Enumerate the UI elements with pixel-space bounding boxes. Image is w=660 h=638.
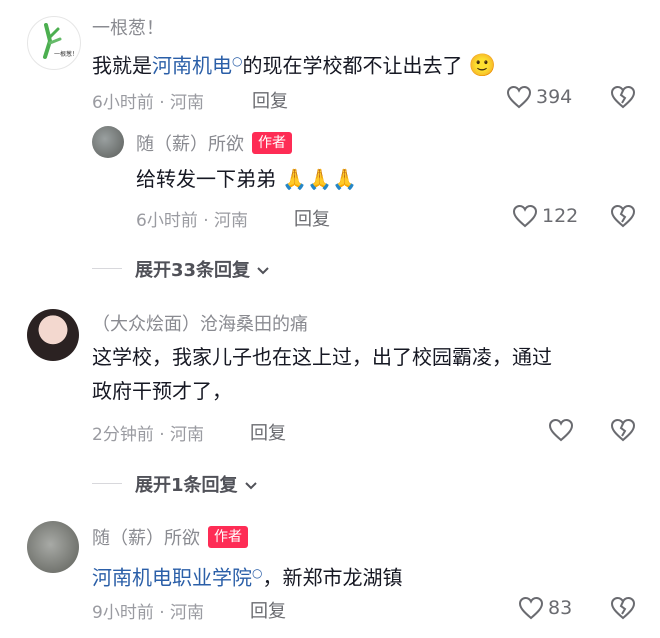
comment-text-segment: ，新郑市龙湖镇 (262, 565, 403, 590)
broken-heart-icon (610, 85, 636, 109)
comment-text-segment: 给转发一下弟弟 (136, 167, 276, 191)
comment-text-line: 政府干预才了， (92, 379, 232, 403)
comment-text-segment: 的现在学校都不让出去了 (242, 53, 463, 78)
search-link[interactable]: 河南机电职业学院 (92, 566, 252, 590)
expand-replies-label: 展开1条回复 (135, 475, 238, 496)
comment-username[interactable]: 随（薪）所欲 (136, 130, 244, 156)
broken-heart-icon (610, 596, 636, 620)
heart-icon (548, 418, 574, 442)
like-button[interactable] (512, 204, 538, 228)
chevron-down-icon (244, 481, 258, 491)
comment-text-line: 这学校，我家儿子也在这上过，出了校园霸凌，通过 (92, 345, 552, 369)
like-button[interactable] (518, 596, 544, 620)
like-count: 394 (536, 86, 573, 108)
comment-username[interactable]: 随（薪）所欲 (92, 524, 200, 550)
comment-time-location: 6小时前 · 河南 (136, 211, 249, 231)
comment-text: 我就是河南机电○的现在学校都不让出去了 🙂 (92, 44, 496, 84)
heart-icon (506, 85, 532, 109)
comment-time-location: 6小时前 · 河南 (92, 93, 205, 113)
avatar[interactable] (27, 521, 79, 573)
scallion-logo-icon (43, 23, 62, 59)
heart-icon (512, 204, 538, 228)
avatar[interactable] (27, 309, 79, 361)
divider (92, 268, 122, 269)
search-link[interactable]: 河南机电 (152, 54, 232, 78)
author-badge: 作者 (252, 132, 292, 154)
divider (92, 483, 122, 484)
comment-text: 这学校，我家儿子也在这上过，出了校园霸凌，通过 政府干预才了， (92, 340, 552, 408)
author-badge: 作者 (208, 526, 248, 548)
comment-text: 给转发一下弟弟 🙏🙏🙏 (136, 162, 357, 196)
dislike-button[interactable] (610, 596, 636, 620)
avatar-label: 一根葱！ (54, 51, 79, 58)
comment-time-location: 9小时前 · 河南 (92, 603, 205, 623)
reply-button[interactable]: 回复 (252, 87, 288, 113)
like-button[interactable] (506, 85, 532, 109)
dislike-button[interactable] (610, 204, 636, 228)
expand-replies-button[interactable]: 展开1条回复 (135, 471, 258, 497)
dislike-button[interactable] (610, 418, 636, 442)
reply-button[interactable]: 回复 (250, 419, 286, 445)
dislike-button[interactable] (610, 85, 636, 109)
expand-replies-button[interactable]: 展开33条回复 (135, 256, 270, 282)
comment-text: 河南机电职业学院○，新郑市龙湖镇 (92, 556, 402, 595)
comment-time-location: 2分钟前 · 河南 (92, 425, 205, 445)
comment-username[interactable]: 一根葱！ (92, 14, 164, 40)
like-count: 83 (548, 597, 573, 619)
like-count: 122 (542, 205, 579, 227)
pray-emoji: 🙏🙏🙏 (282, 167, 358, 191)
broken-heart-icon (610, 204, 636, 228)
like-button[interactable] (548, 418, 574, 442)
broken-heart-icon (610, 418, 636, 442)
comment-username[interactable]: （大众烩面）沧海桑田的痛 (92, 310, 308, 336)
comment-text-segment: 我就是 (92, 53, 152, 78)
expand-replies-label: 展开33条回复 (135, 260, 251, 281)
chevron-down-icon (256, 266, 270, 276)
smile-emoji: 🙂 (468, 53, 497, 79)
avatar[interactable]: 一根葱！ (27, 16, 81, 70)
reply-button[interactable]: 回复 (294, 205, 330, 231)
heart-icon (518, 596, 544, 620)
search-icon: ○ (252, 566, 263, 580)
search-icon: ○ (232, 54, 243, 68)
reply-button[interactable]: 回复 (250, 597, 286, 623)
avatar[interactable] (92, 126, 124, 158)
